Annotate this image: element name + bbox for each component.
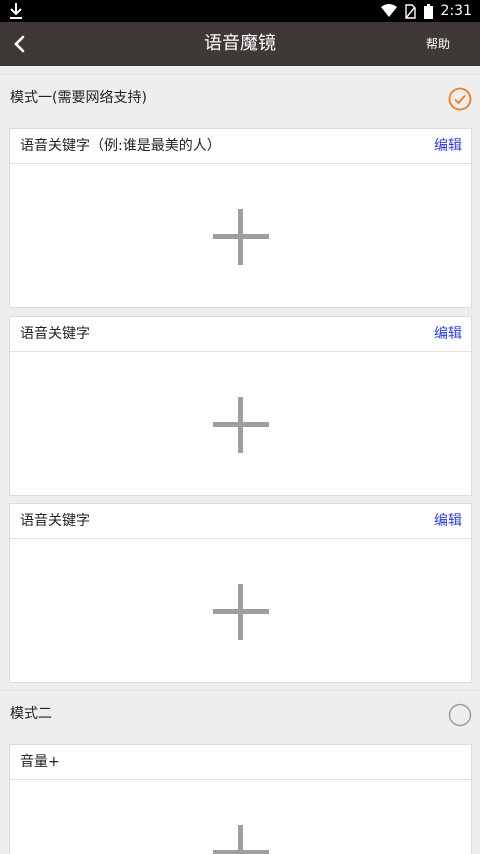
edit-button[interactable]: 编辑 — [434, 129, 462, 163]
mode-two-label: 模式二 — [10, 706, 52, 722]
add-plus-icon[interactable] — [213, 584, 269, 640]
edit-button[interactable]: 编辑 — [434, 317, 462, 351]
mode-one-selected-icon[interactable] — [448, 87, 472, 111]
card-header: 语音关键字 编辑 — [10, 317, 471, 352]
keyword-label: 语音关键字 — [20, 326, 90, 342]
mode-one-label: 模式一(需要网络支持) — [10, 90, 147, 106]
card-header: 语音关键字（例:谁是最美的人） 编辑 — [10, 129, 471, 164]
add-plus-icon[interactable] — [213, 397, 269, 453]
card-header: 音量+ — [10, 745, 471, 780]
battery-icon — [423, 3, 433, 19]
keyword-card-1: 语音关键字（例:谁是最美的人） 编辑 — [9, 128, 472, 308]
keyword-label: 语音关键字（例:谁是最美的人） — [20, 138, 221, 154]
add-plus-icon[interactable] — [213, 825, 269, 854]
keyword-card-2: 语音关键字 编辑 — [9, 316, 472, 496]
keyword-label: 音量+ — [20, 754, 60, 770]
volume-card: 音量+ — [9, 744, 472, 854]
download-icon — [10, 3, 22, 19]
edit-button[interactable]: 编辑 — [434, 504, 462, 538]
keyword-label: 语音关键字 — [20, 513, 90, 529]
wifi-icon — [380, 4, 397, 17]
no-sim-icon — [404, 3, 416, 19]
mode-two-unselected-icon[interactable] — [448, 703, 472, 727]
card-header: 语音关键字 编辑 — [10, 504, 471, 539]
mode-two-header[interactable]: 模式二 — [0, 690, 480, 737]
help-button[interactable]: 帮助 — [426, 22, 450, 66]
app-bar: 语音魔镜 帮助 — [0, 22, 480, 66]
page-title: 语音魔镜 — [204, 33, 276, 54]
status-time: 2:31 — [440, 3, 472, 19]
keyword-card-3: 语音关键字 编辑 — [9, 503, 472, 683]
content-scroll[interactable]: 模式一(需要网络支持) 语音关键字（例:谁是最美的人） 编辑 语音关键字 编辑 … — [0, 66, 480, 854]
mode-one-header[interactable]: 模式一(需要网络支持) — [0, 74, 480, 121]
status-bar: 2:31 — [0, 0, 480, 22]
add-plus-icon[interactable] — [213, 209, 269, 265]
